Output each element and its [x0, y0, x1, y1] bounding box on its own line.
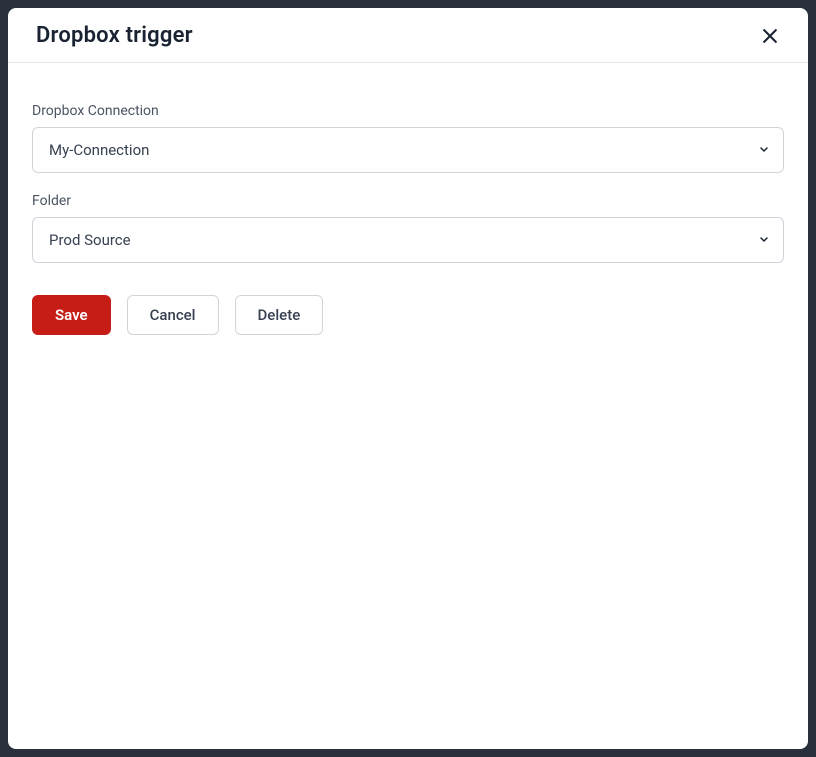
- connection-select-wrapper: My-Connection: [32, 127, 784, 173]
- close-button[interactable]: [760, 26, 780, 46]
- folder-select-wrapper: Prod Source: [32, 217, 784, 263]
- cancel-button[interactable]: Cancel: [127, 295, 219, 335]
- form-group-connection: Dropbox Connection My-Connection: [32, 103, 784, 173]
- modal-title: Dropbox trigger: [36, 23, 193, 48]
- folder-select[interactable]: Prod Source: [32, 217, 784, 263]
- modal-header: Dropbox trigger: [8, 8, 808, 63]
- folder-label: Folder: [32, 193, 784, 209]
- delete-button[interactable]: Delete: [235, 295, 324, 335]
- modal-dropbox-trigger: Dropbox trigger Dropbox Connection My-Co…: [8, 8, 808, 749]
- connection-label: Dropbox Connection: [32, 103, 784, 119]
- action-buttons: Save Cancel Delete: [32, 295, 784, 335]
- close-icon: [760, 26, 780, 46]
- connection-select[interactable]: My-Connection: [32, 127, 784, 173]
- save-button[interactable]: Save: [32, 295, 111, 335]
- form-group-folder: Folder Prod Source: [32, 193, 784, 263]
- modal-body: Dropbox Connection My-Connection Folder …: [8, 63, 808, 749]
